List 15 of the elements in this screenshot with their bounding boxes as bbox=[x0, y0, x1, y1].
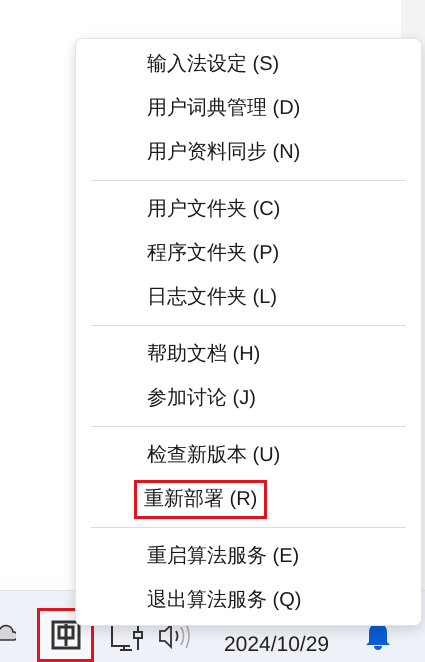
menu-item[interactable]: 日志文件夹 (L) bbox=[134, 278, 290, 316]
date-text: 2024/10/29 bbox=[224, 632, 330, 658]
menu-item[interactable]: 重新部署 (R) bbox=[134, 480, 268, 518]
input-method-icon[interactable] bbox=[37, 608, 94, 662]
menu-item[interactable]: 用户文件夹 (C) bbox=[134, 190, 294, 228]
menu-item[interactable]: 程序文件夹 (P) bbox=[134, 234, 292, 272]
menu-item[interactable]: 检查新版本 (U) bbox=[134, 436, 294, 474]
cloud-icon[interactable] bbox=[0, 622, 16, 644]
menu-item[interactable]: 输入法设定 (S) bbox=[134, 44, 292, 84]
menu-item[interactable]: 退出算法服务 (Q) bbox=[134, 580, 314, 620]
menu-item[interactable]: 用户资料同步 (N) bbox=[134, 132, 314, 172]
menu-item[interactable]: 重启算法服务 (E) bbox=[134, 536, 312, 576]
menu-item[interactable]: 帮助文档 (H) bbox=[134, 334, 274, 374]
menu-item[interactable]: 用户词典管理 (D) bbox=[134, 88, 314, 128]
menu-item[interactable]: 参加讨论 (J) bbox=[134, 378, 269, 418]
